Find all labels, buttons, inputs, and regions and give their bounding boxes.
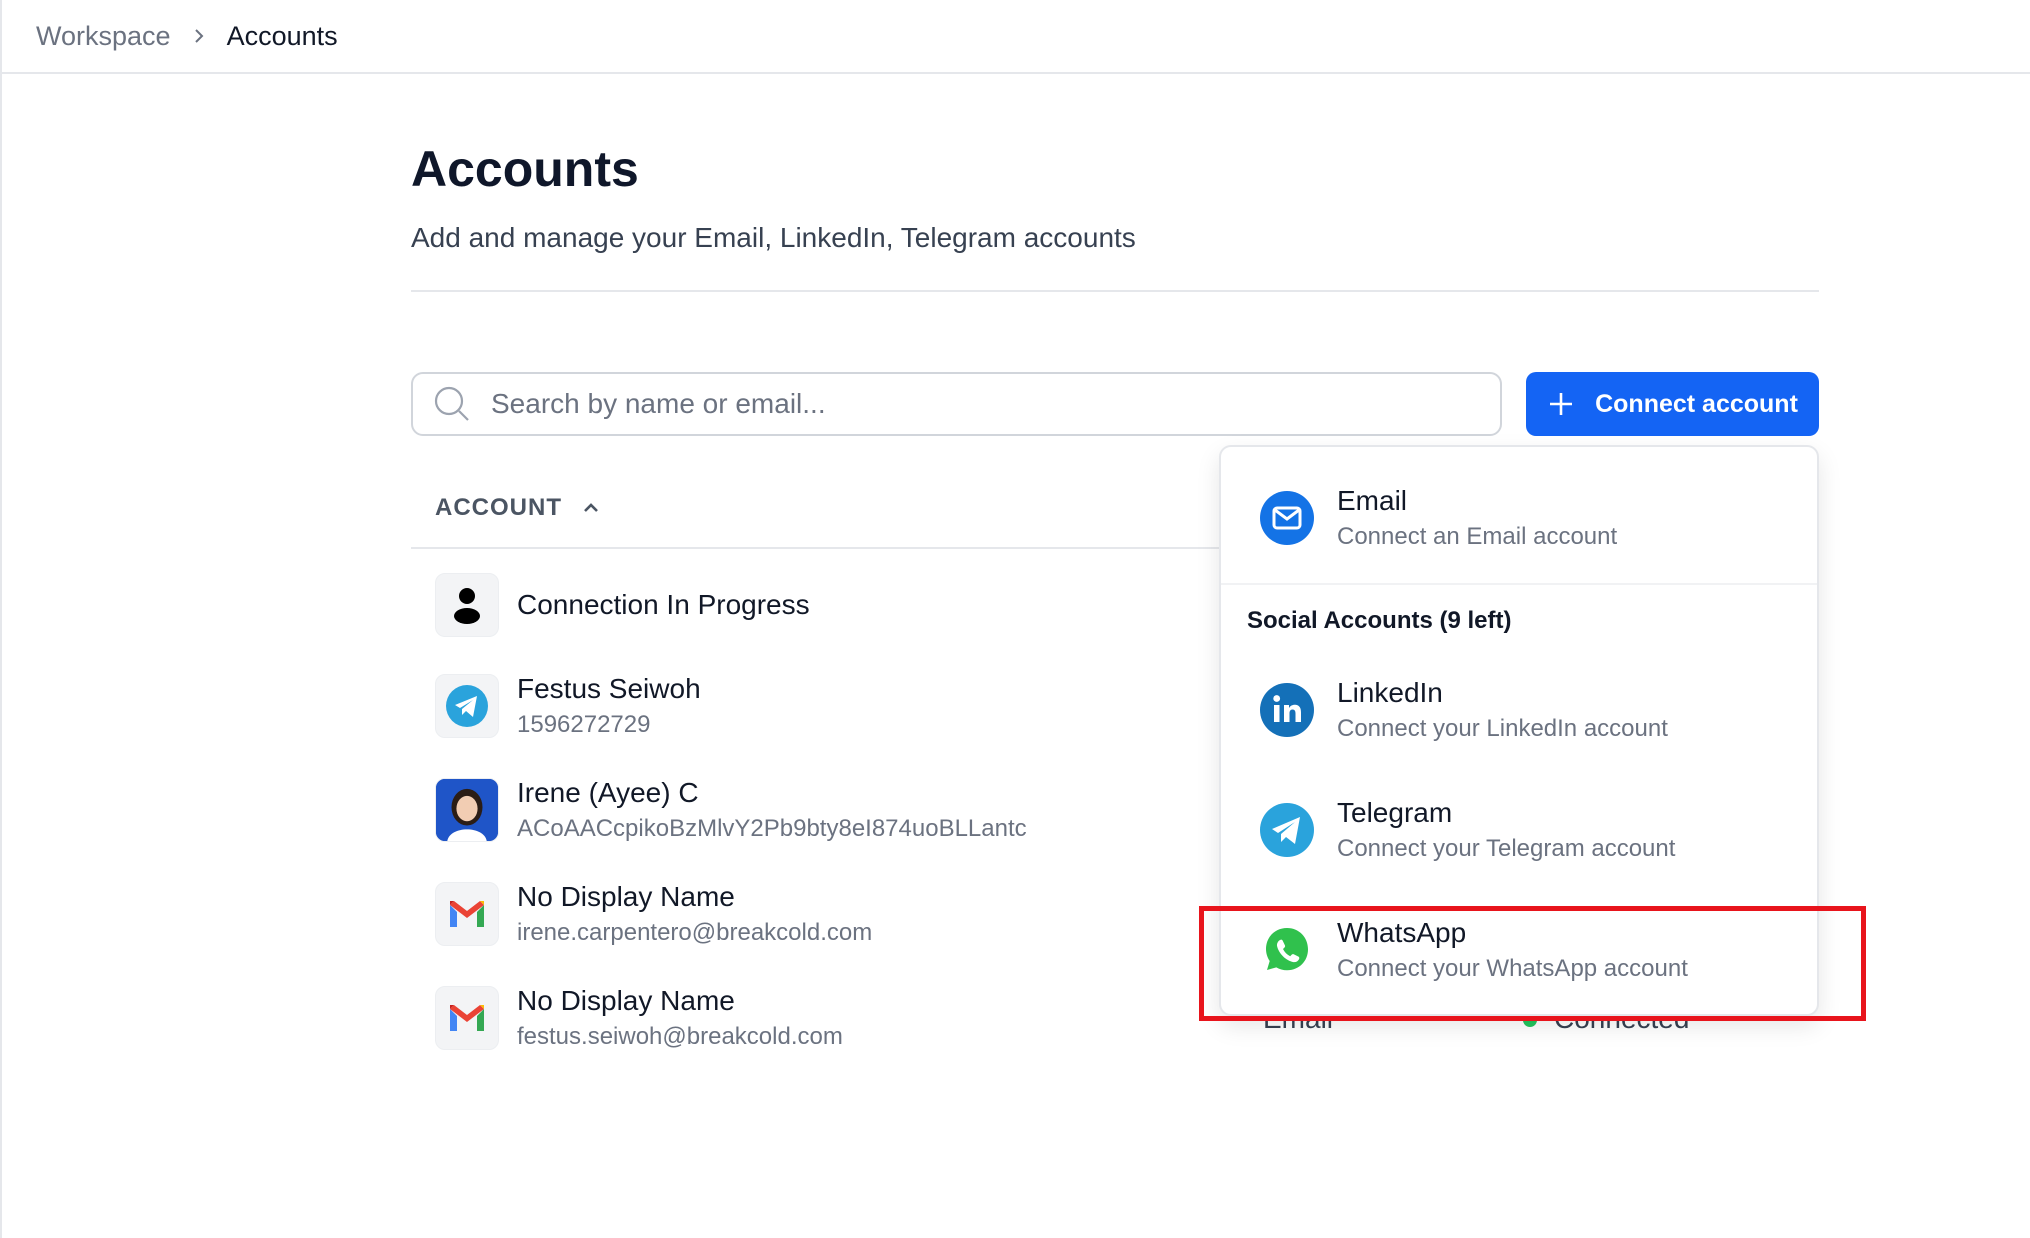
table-header-divider [411, 547, 1221, 549]
connect-account-button[interactable]: Connect account [1526, 372, 1819, 436]
menu-item-text: Email Connect an Email account [1337, 485, 1617, 551]
table-row[interactable]: No Display Name irene.carpentero@breakco… [435, 881, 872, 947]
menu-item-whatsapp[interactable]: WhatsApp Connect your WhatsApp account [1259, 917, 1688, 983]
accounts-page: Workspace Accounts Accounts Add and mana… [0, 0, 2030, 1238]
mail-icon [1260, 491, 1314, 545]
account-email: festus.seiwoh@breakcold.com [517, 1023, 843, 1050]
social-accounts-label: Social Accounts (9 left) [1247, 607, 1512, 634]
breadcrumb: Workspace Accounts [2, 0, 2030, 74]
telegram-icon [446, 685, 488, 727]
menu-item-title: Email [1337, 485, 1408, 516]
menu-item-desc: Connect an Email account [1337, 523, 1618, 550]
account-identifier: ACoAACcpikoBzMlvY2Pb9bty8eI874uoBLLantc [517, 815, 1027, 842]
gmail-icon [450, 1005, 484, 1031]
menu-item-desc: Connect your WhatsApp account [1337, 955, 1688, 982]
table-row[interactable]: Festus Seiwoh 1596272729 [435, 673, 701, 739]
menu-item-title: LinkedIn [1337, 677, 1443, 708]
search-icon [434, 386, 469, 421]
search-input[interactable] [491, 388, 1451, 420]
menu-item-linkedin[interactable]: LinkedIn Connect your LinkedIn account [1259, 677, 1668, 743]
search-box[interactable] [411, 372, 1502, 436]
row-text: Irene (Ayee) C ACoAACcpikoBzMlvY2Pb9bty8… [517, 777, 1027, 843]
menu-item-telegram[interactable]: Telegram Connect your Telegram account [1259, 797, 1675, 863]
row-text: No Display Name festus.seiwoh@breakcold.… [517, 985, 843, 1051]
page-subtitle: Add and manage your Email, LinkedIn, Tel… [411, 222, 1136, 253]
table-row[interactable]: Irene (Ayee) C ACoAACcpikoBzMlvY2Pb9bty8… [435, 777, 1027, 843]
menu-item-desc: Connect your Telegram account [1337, 835, 1676, 862]
connect-account-menu: Email Connect an Email account Social Ac… [1219, 445, 1819, 1016]
avatar [435, 573, 499, 637]
account-email: irene.carpentero@breakcold.com [517, 919, 873, 946]
row-text: Connection In Progress [517, 589, 810, 621]
page-title: Accounts [411, 141, 639, 197]
menu-item-text: WhatsApp Connect your WhatsApp account [1337, 917, 1688, 983]
plus-icon [1550, 393, 1573, 415]
account-name: Connection In Progress [517, 589, 810, 620]
account-name: Festus Seiwoh [517, 673, 701, 704]
column-header-account[interactable]: ACCOUNT [435, 494, 602, 522]
menu-item-text: LinkedIn Connect your LinkedIn account [1337, 677, 1668, 743]
menu-divider [1221, 583, 1817, 585]
avatar [435, 882, 499, 946]
connect-account-label: Connect account [1595, 389, 1798, 418]
menu-item-title: WhatsApp [1337, 917, 1467, 948]
breadcrumb-accounts: Accounts [226, 20, 338, 51]
chevron-up-icon [584, 503, 598, 512]
person-icon [454, 588, 480, 624]
avatar [435, 674, 499, 738]
whatsapp-icon [1266, 928, 1308, 971]
account-identifier: 1596272729 [517, 711, 651, 738]
telegram-icon [1260, 803, 1314, 857]
row-text: Festus Seiwoh 1596272729 [517, 673, 701, 739]
gmail-icon [450, 901, 484, 927]
breadcrumb-workspace[interactable]: Workspace [36, 21, 171, 52]
header-divider [411, 290, 1819, 292]
column-header-label: ACCOUNT [435, 494, 562, 521]
account-name: Irene (Ayee) C [517, 777, 699, 808]
account-name: No Display Name [517, 985, 735, 1016]
avatar [435, 986, 499, 1050]
account-name: No Display Name [517, 881, 735, 912]
table-row[interactable]: Connection In Progress [435, 573, 810, 637]
menu-item-desc: Connect your LinkedIn account [1337, 715, 1668, 742]
menu-item-title: Telegram [1337, 797, 1453, 828]
chevron-right-icon [194, 29, 203, 43]
row-text: No Display Name irene.carpentero@breakco… [517, 881, 872, 947]
table-row[interactable]: No Display Name festus.seiwoh@breakcold.… [435, 985, 843, 1051]
profile-photo [436, 779, 498, 841]
linkedin-icon [1260, 683, 1314, 737]
menu-item-text: Telegram Connect your Telegram account [1337, 797, 1675, 863]
menu-item-email[interactable]: Email Connect an Email account [1259, 485, 1617, 551]
avatar [435, 778, 499, 842]
